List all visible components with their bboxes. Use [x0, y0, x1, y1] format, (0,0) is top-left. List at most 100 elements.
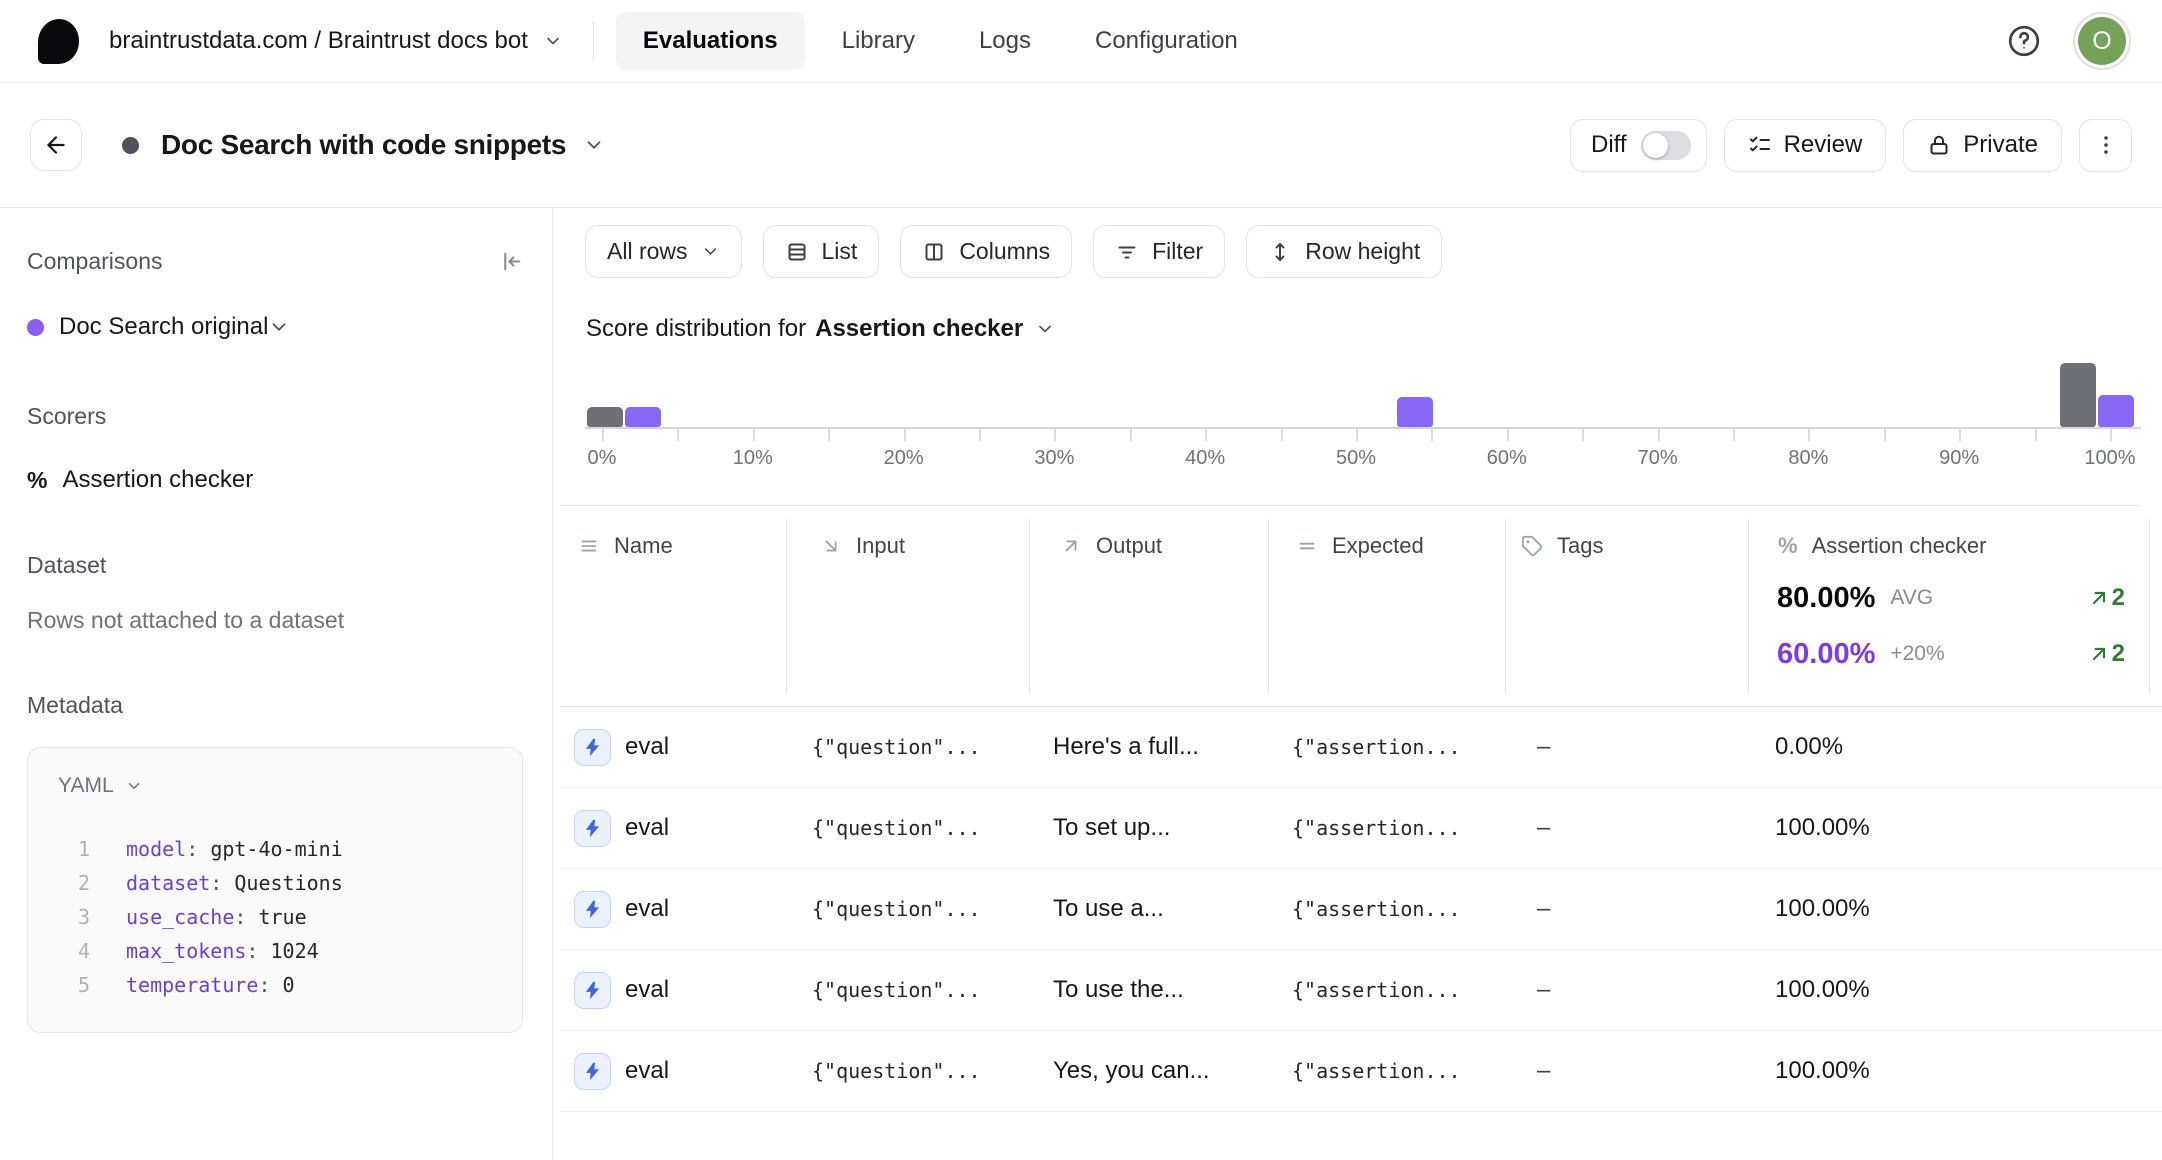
scorer-name: Assertion checker: [62, 466, 253, 494]
column-header-name[interactable]: Name: [578, 533, 673, 559]
row-name: eval: [625, 976, 669, 1004]
column-divider: [1268, 519, 1269, 694]
yaml-code: 1model: gpt-4o-mini2dataset: Questions3u…: [28, 832, 522, 1002]
axis-tick: [1356, 429, 1358, 441]
review-label: Review: [1784, 131, 1863, 159]
axis-tick: [1884, 429, 1886, 441]
column-divider: [1505, 519, 1506, 694]
chevron-down-icon: [583, 134, 605, 156]
collapse-sidebar-button[interactable]: [499, 249, 524, 274]
column-header-tags[interactable]: Tags: [1521, 533, 1603, 559]
axis-tick-label: 80%: [1788, 447, 1828, 470]
table-row[interactable]: eval {"question"... To set up... {"asser…: [560, 788, 2162, 869]
row-input: {"question"...: [786, 816, 1029, 840]
row-name: eval: [625, 895, 669, 923]
axis-tick-label: 50%: [1336, 447, 1376, 470]
table-row[interactable]: eval {"question"... To use a... {"assert…: [560, 869, 2162, 950]
equals-icon: [1296, 535, 1318, 557]
line-number: 3: [64, 900, 90, 934]
project-breadcrumb[interactable]: braintrustdata.com / Braintrust docs bot: [109, 27, 563, 55]
column-header-output[interactable]: Output: [1060, 533, 1162, 559]
axis-tick: [1808, 429, 1810, 441]
tab-evaluations[interactable]: Evaluations: [616, 12, 805, 70]
dataset-heading: Dataset: [27, 552, 524, 579]
yaml-value: 0: [283, 968, 295, 1002]
axis-tick: [1959, 429, 1961, 441]
row-name: eval: [625, 733, 669, 761]
row-expected: {"assertion...: [1268, 1059, 1505, 1083]
toggle-knob: [1643, 133, 1668, 158]
line-number: 5: [64, 968, 90, 1002]
axis-tick: [1054, 429, 1056, 441]
score-distribution-prefix: Score distribution for: [586, 315, 806, 343]
axis-tick: [677, 429, 679, 441]
private-button[interactable]: Private: [1903, 119, 2062, 172]
all-rows-filter-button[interactable]: All rows: [585, 225, 742, 278]
list-rows-icon: [785, 240, 809, 264]
experiment-header: Doc Search with code snippets Diff Revie…: [0, 83, 2162, 208]
topnav-tabs: EvaluationsLibraryLogsConfiguration: [616, 12, 1265, 70]
histogram-bar: [625, 407, 661, 427]
diff-toggle[interactable]: Diff: [1570, 119, 1707, 172]
yaml-key: temperature: [126, 968, 258, 1002]
lock-icon: [1927, 133, 1951, 157]
filter-button[interactable]: Filter: [1093, 225, 1225, 278]
tab-library[interactable]: Library: [815, 12, 942, 70]
review-button[interactable]: Review: [1724, 119, 1887, 172]
aggregate-note: +20%: [1890, 642, 1944, 666]
axis-tick-label: 90%: [1939, 447, 1979, 470]
row-height-button[interactable]: Row height: [1246, 225, 1442, 278]
axis-tick: [2110, 429, 2112, 441]
tab-logs[interactable]: Logs: [952, 12, 1058, 70]
eval-span-icon: [574, 891, 611, 928]
experiment-title-dropdown[interactable]: Doc Search with code snippets: [161, 129, 605, 161]
more-options-button[interactable]: [2079, 119, 2132, 172]
table-row[interactable]: eval {"question"... Here's a full... {"a…: [560, 707, 2162, 788]
aggregate-current: 80.00% AVG 2: [1777, 573, 2149, 623]
panel-collapse-icon: [499, 249, 524, 274]
percent-icon: %: [1778, 533, 1798, 559]
top-nav: braintrustdata.com / Braintrust docs bot…: [0, 0, 2162, 83]
metadata-yaml-box: YAML 1model: gpt-4o-mini2dataset: Questi…: [27, 747, 523, 1033]
avatar[interactable]: O: [2078, 17, 2126, 65]
axis-tick: [979, 429, 981, 441]
column-header-assertion-checker[interactable]: % Assertion checker: [1778, 533, 1986, 559]
improvements-badge[interactable]: 2: [2089, 584, 2125, 612]
tab-configuration[interactable]: Configuration: [1068, 12, 1265, 70]
axis-tick-label: 60%: [1487, 447, 1527, 470]
axis-tick: [1582, 429, 1584, 441]
axis-tick-label: 0%: [588, 447, 617, 470]
back-button[interactable]: [30, 119, 82, 171]
column-header-expected[interactable]: Expected: [1296, 533, 1424, 559]
table-row[interactable]: eval {"question"... Yes, you can... {"as…: [560, 1031, 2162, 1112]
aggregate-note: AVG: [1890, 586, 1933, 610]
chevron-down-icon: [1032, 319, 1055, 339]
columns-icon: [922, 240, 946, 264]
main-panel: All rows List Columns: [553, 208, 2162, 1160]
chevron-down-icon: [125, 777, 143, 795]
help-button[interactable]: [2006, 23, 2042, 59]
column-divider: [1748, 519, 1749, 694]
axis-tick-label: 10%: [733, 447, 773, 470]
table-row[interactable]: eval {"question"... To use the... {"asse…: [560, 950, 2162, 1031]
arrow-left-icon: [43, 132, 69, 158]
braintrust-logo[interactable]: [38, 19, 79, 64]
scorer-item[interactable]: % Assertion checker: [27, 466, 524, 494]
comparison-name: Doc Search original: [59, 313, 268, 341]
row-output: Yes, you can...: [1029, 1057, 1268, 1085]
columns-button[interactable]: Columns: [900, 225, 1072, 278]
histogram-bar: [2060, 363, 2096, 427]
eval-span-icon: [574, 972, 611, 1009]
eval-span-icon: [574, 810, 611, 847]
column-header-input[interactable]: Input: [820, 533, 905, 559]
row-score: 100.00%: [1748, 976, 2149, 1004]
comparison-experiment-select[interactable]: Doc Search original: [27, 313, 524, 341]
score-distribution-select[interactable]: Score distribution for Assertion checker: [586, 315, 1055, 343]
nav-divider: [593, 21, 594, 61]
row-tags: –: [1505, 814, 1748, 842]
arrows-up-down-icon: [1268, 240, 1292, 264]
list-view-button[interactable]: List: [763, 225, 880, 278]
yaml-language-select[interactable]: YAML: [28, 774, 522, 798]
arrow-up-right-icon: [2089, 644, 2109, 664]
improvements-badge[interactable]: 2: [2089, 640, 2125, 668]
